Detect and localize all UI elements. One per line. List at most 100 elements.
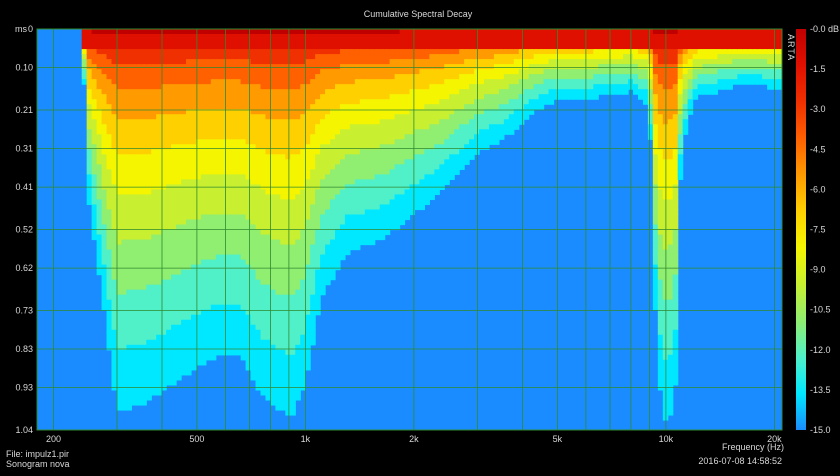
heatmap-cell bbox=[200, 274, 207, 281]
heatmap-cell bbox=[171, 334, 177, 341]
heatmap-cell bbox=[498, 114, 505, 120]
heatmap-cell bbox=[205, 69, 212, 75]
heatmap-cell bbox=[121, 214, 127, 221]
heatmap-cell bbox=[394, 214, 401, 221]
heatmap-cell bbox=[215, 179, 222, 185]
heatmap-cell bbox=[573, 34, 579, 40]
heatmap-cell bbox=[215, 349, 222, 356]
heatmap-cell bbox=[275, 304, 281, 311]
heatmap-cell bbox=[364, 39, 371, 45]
heatmap-cell bbox=[166, 339, 172, 346]
heatmap-cell bbox=[513, 64, 520, 70]
heatmap-cell bbox=[424, 114, 430, 120]
heatmap-cell bbox=[210, 164, 217, 170]
heatmap-cell bbox=[344, 159, 351, 165]
heatmap-cell bbox=[181, 279, 187, 286]
heatmap-cell bbox=[96, 104, 103, 110]
heatmap-cell bbox=[310, 304, 316, 311]
heatmap-cell bbox=[141, 214, 147, 221]
heatmap-cell bbox=[379, 159, 386, 165]
heatmap-cell bbox=[404, 209, 411, 216]
heatmap-cell bbox=[320, 114, 326, 120]
heatmap-cell bbox=[181, 94, 187, 100]
heatmap-cell bbox=[344, 84, 351, 90]
heatmap-cell bbox=[379, 49, 386, 55]
heatmap-cell bbox=[295, 294, 301, 301]
heatmap-cell bbox=[91, 229, 98, 236]
heatmap-cell bbox=[200, 59, 207, 65]
heatmap-cell bbox=[210, 209, 217, 216]
heatmap-cell bbox=[210, 29, 217, 35]
heatmap-cell bbox=[131, 179, 137, 185]
heatmap-cell bbox=[633, 74, 639, 80]
heatmap-cell bbox=[166, 64, 172, 70]
heatmap-cell bbox=[280, 389, 286, 396]
heatmap-cell bbox=[200, 264, 207, 271]
heatmap-cell bbox=[414, 79, 421, 85]
heatmap-cell bbox=[484, 74, 490, 80]
heatmap-cell bbox=[101, 194, 108, 201]
heatmap-cell bbox=[156, 59, 162, 65]
heatmap-cell bbox=[479, 99, 485, 105]
heatmap-cell bbox=[394, 34, 401, 40]
heatmap-cell bbox=[166, 349, 172, 356]
heatmap-cell bbox=[121, 299, 127, 306]
heatmap-cell bbox=[101, 174, 108, 180]
heatmap-cell bbox=[171, 194, 177, 201]
heatmap-cell bbox=[369, 89, 376, 95]
heatmap-cell bbox=[603, 74, 609, 80]
heatmap-cell bbox=[86, 54, 93, 60]
heatmap-cell bbox=[320, 69, 326, 75]
heatmap-cell bbox=[434, 134, 440, 140]
heatmap-cell bbox=[210, 269, 217, 276]
heatmap-cell bbox=[245, 119, 252, 125]
heatmap-cell bbox=[210, 119, 217, 125]
heatmap-cell bbox=[136, 254, 142, 261]
heatmap-cell bbox=[553, 34, 560, 40]
heatmap-cell bbox=[205, 129, 212, 135]
heatmap-cell bbox=[484, 119, 490, 125]
heatmap-cell bbox=[181, 249, 187, 256]
heatmap-cell bbox=[245, 159, 252, 165]
heatmap-cell bbox=[414, 159, 421, 165]
heatmap-cell bbox=[235, 269, 242, 276]
heatmap-cell bbox=[255, 194, 262, 201]
heatmap-cell bbox=[235, 304, 242, 311]
heatmap-cell bbox=[439, 144, 445, 150]
heatmap-cell bbox=[568, 69, 574, 75]
heatmap-cell bbox=[295, 354, 301, 361]
heatmap-cell bbox=[339, 79, 346, 85]
heatmap-cell bbox=[310, 79, 316, 85]
heatmap-cell bbox=[275, 64, 281, 70]
heatmap-cell bbox=[106, 59, 113, 65]
heatmap-cell bbox=[96, 129, 103, 135]
heatmap-cell bbox=[215, 169, 222, 175]
heatmap-cell bbox=[111, 189, 118, 196]
heatmap-cell bbox=[235, 34, 242, 40]
heatmap-cell bbox=[131, 204, 137, 211]
heatmap-cell bbox=[344, 69, 351, 75]
heatmap-cell bbox=[235, 244, 242, 251]
heatmap-cell bbox=[96, 229, 103, 236]
heatmap-cell bbox=[141, 339, 147, 346]
heatmap-cell bbox=[618, 84, 624, 90]
heatmap-cell bbox=[290, 394, 296, 401]
heatmap-cell bbox=[523, 39, 530, 45]
heatmap-cell bbox=[503, 94, 510, 100]
heatmap-cell bbox=[205, 209, 212, 216]
heatmap-cell bbox=[305, 144, 311, 150]
heatmap-cell bbox=[484, 44, 490, 50]
heatmap-cell bbox=[538, 49, 545, 55]
heatmap-cell bbox=[156, 129, 162, 135]
heatmap-cell bbox=[484, 79, 490, 85]
heatmap-cell bbox=[320, 229, 326, 236]
heatmap-cell bbox=[349, 134, 356, 140]
heatmap-cell bbox=[419, 174, 425, 180]
heatmap-cell bbox=[290, 209, 296, 216]
heatmap-cell bbox=[131, 94, 137, 100]
heatmap-cell bbox=[290, 154, 296, 160]
heatmap-cell bbox=[404, 174, 411, 180]
heatmap-cell bbox=[578, 34, 584, 40]
heatmap-cell bbox=[250, 219, 257, 226]
heatmap-cell bbox=[300, 339, 306, 346]
